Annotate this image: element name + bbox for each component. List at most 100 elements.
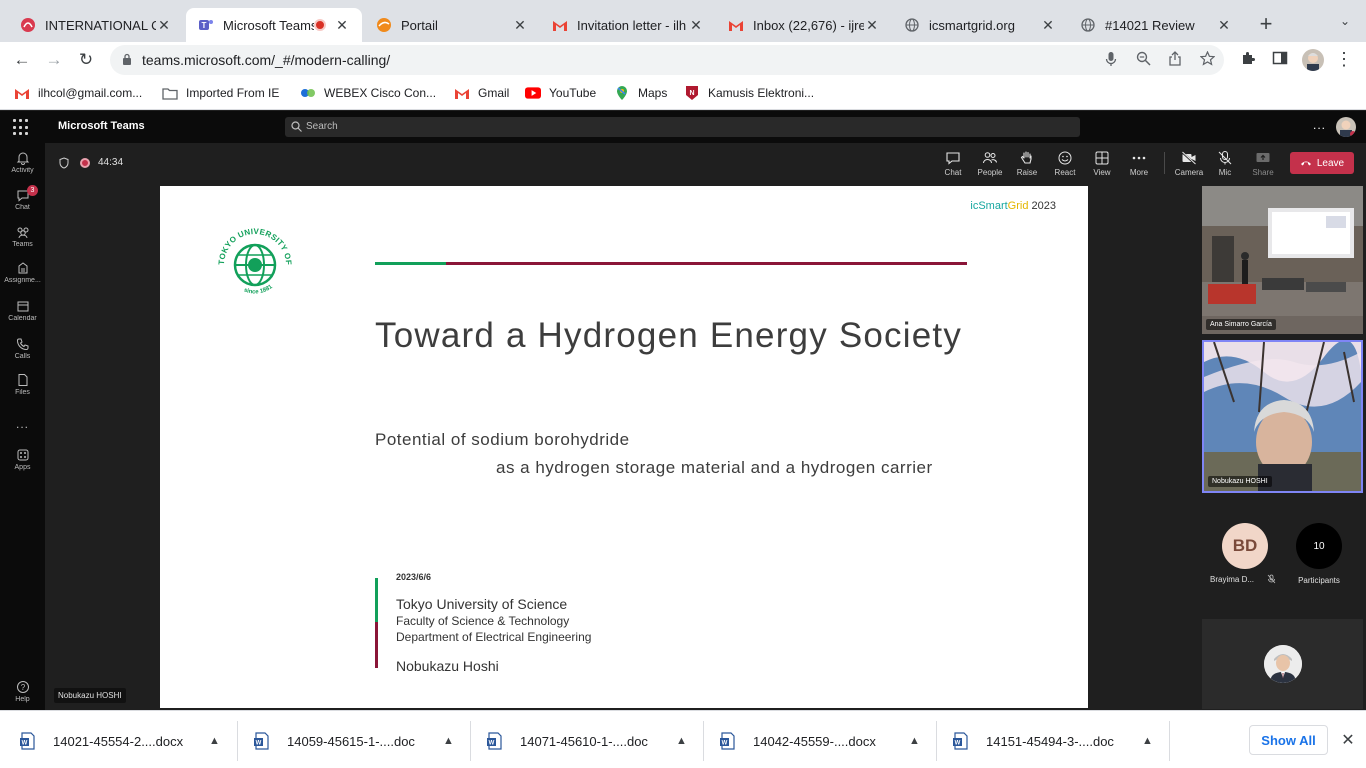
close-tab-icon[interactable]: ✕: [334, 17, 350, 33]
more-button[interactable]: More: [1121, 150, 1157, 177]
close-tab-icon[interactable]: ✕: [1040, 17, 1056, 33]
react-button[interactable]: React: [1047, 150, 1083, 177]
rail-item-files[interactable]: Files: [0, 373, 45, 396]
tab-label: Portail: [401, 17, 438, 33]
reload-icon[interactable]: ↻: [74, 48, 98, 72]
meeting-timer: 44:34: [98, 157, 124, 168]
rail-item-help[interactable]: ? Help: [0, 680, 45, 703]
rail-item-assignments[interactable]: Assignme...: [0, 261, 45, 284]
tab-search-chevron-icon[interactable]: ⌄: [1335, 14, 1355, 34]
chevron-up-icon[interactable]: ▲: [1142, 735, 1153, 747]
search-placeholder: Search: [306, 121, 338, 132]
close-tab-icon[interactable]: ✕: [156, 17, 172, 33]
bookmark-item[interactable]: WEBEX Cisco Con...: [300, 85, 436, 101]
portail-favicon: [376, 17, 392, 33]
leave-button[interactable]: Leave: [1290, 152, 1354, 174]
toolbar-divider: [1164, 152, 1165, 174]
rail-item-calls[interactable]: Calls: [0, 337, 45, 360]
zoom-icon[interactable]: [1134, 51, 1152, 69]
bookmark-label: YouTube: [549, 86, 597, 100]
browser-tab[interactable]: icsmartgrid.org ✕: [892, 8, 1068, 42]
chevron-up-icon[interactable]: ▲: [443, 735, 454, 747]
browser-tab[interactable]: #14021 Review ✕: [1068, 8, 1244, 42]
conf-tag-year: 2023: [1031, 200, 1056, 212]
close-tab-icon[interactable]: ✕: [864, 17, 880, 33]
participant-video-tile[interactable]: Ana Simarro García: [1202, 186, 1363, 334]
rail-item-teams[interactable]: Teams: [0, 225, 45, 248]
browser-tab[interactable]: Invitation letter - ilh ✕: [540, 8, 716, 42]
bookmark-item[interactable]: Maps: [614, 85, 667, 101]
browser-tab[interactable]: Portail ✕: [364, 8, 540, 42]
browser-tab-active[interactable]: T Microsoft Teams ✕: [186, 8, 362, 42]
download-item[interactable]: W 14042-45559-....docx ▲: [720, 729, 920, 753]
room-video-feed: [1202, 186, 1363, 334]
recording-indicator-icon: [314, 19, 326, 31]
download-item[interactable]: W 14059-45615-1-....doc ▲: [254, 729, 454, 753]
chevron-up-icon[interactable]: ▲: [909, 735, 920, 747]
extensions-puzzle-icon[interactable]: [1238, 50, 1258, 70]
rail-item-chat[interactable]: 3 Chat: [0, 185, 45, 211]
more-options-icon[interactable]: ...: [1313, 118, 1326, 132]
show-all-button[interactable]: Show All: [1249, 725, 1328, 755]
icsg-favicon: [20, 17, 36, 33]
bookmark-item[interactable]: N Kamusis Elektroni...: [684, 85, 814, 101]
svg-text:W: W: [256, 741, 262, 747]
lock-icon: [123, 53, 131, 65]
profile-avatar[interactable]: [1302, 49, 1324, 71]
participant-count-button[interactable]: 10: [1296, 523, 1342, 569]
bookmark-item[interactable]: ilhcol@gmail.com...: [14, 85, 142, 101]
address-bar[interactable]: teams.microsoft.com/_#/modern-calling/: [110, 45, 1224, 75]
app-title: Microsoft Teams: [58, 120, 145, 132]
view-button[interactable]: View: [1084, 150, 1120, 177]
close-downloads-icon[interactable]: ✕: [1340, 730, 1356, 749]
phone-icon: [16, 338, 28, 351]
control-label: Chat: [944, 168, 962, 177]
divider: [470, 721, 471, 761]
side-panel-icon[interactable]: [1270, 50, 1290, 70]
close-tab-icon[interactable]: ✕: [512, 17, 528, 33]
rail-item-more[interactable]: ...: [0, 415, 45, 431]
teams-left-rail: Activity 3 Chat Teams Assignme... Calend…: [0, 143, 45, 710]
speaker-video-tile[interactable]: Nobukazu HOSHI: [1202, 340, 1363, 493]
bookmark-folder[interactable]: Imported From IE: [162, 85, 279, 101]
participant-avatar[interactable]: BD: [1222, 523, 1268, 569]
rail-item-calendar[interactable]: Calendar: [0, 299, 45, 322]
camera-button[interactable]: Camera: [1171, 150, 1207, 177]
new-tab-button[interactable]: +: [1254, 13, 1278, 37]
back-arrow-icon[interactable]: ←: [10, 48, 34, 72]
svg-text:W: W: [955, 741, 961, 747]
raise-hand-button[interactable]: Raise: [1009, 150, 1045, 177]
chevron-up-icon[interactable]: ▲: [209, 735, 220, 747]
forward-arrow-icon[interactable]: →: [42, 48, 66, 72]
browser-tab[interactable]: Inbox (22,676) - ijre ✕: [716, 8, 892, 42]
bookmark-star-icon[interactable]: [1198, 50, 1216, 69]
self-view-tile[interactable]: [1202, 619, 1363, 709]
download-item[interactable]: W 14071-45610-1-....doc ▲: [487, 729, 687, 753]
gmail-icon: [14, 85, 30, 101]
download-item[interactable]: W 14021-45554-2....docx ▲: [20, 729, 220, 753]
download-item[interactable]: W 14151-45494-3-....doc ▲: [953, 729, 1153, 753]
share-button[interactable]: Share: [1245, 150, 1281, 177]
browser-tab[interactable]: INTERNATIONAL CO ✕: [8, 8, 184, 42]
rail-item-activity[interactable]: Activity: [0, 151, 45, 174]
microphone-icon[interactable]: [1102, 51, 1120, 69]
people-button[interactable]: People: [972, 150, 1008, 177]
close-tab-icon[interactable]: ✕: [688, 17, 704, 33]
chat-button[interactable]: Chat: [935, 150, 971, 177]
close-tab-icon[interactable]: ✕: [1216, 17, 1232, 33]
help-icon: ?: [16, 681, 29, 693]
rail-item-apps[interactable]: Apps: [0, 448, 45, 471]
svg-text:W: W: [22, 741, 28, 747]
rail-label: Teams: [12, 241, 33, 248]
mic-button[interactable]: Mic: [1207, 150, 1243, 177]
bookmark-label: WEBEX Cisco Con...: [324, 86, 437, 100]
app-launcher-icon[interactable]: [13, 119, 31, 137]
bookmark-item[interactable]: Gmail: [454, 85, 509, 101]
chevron-up-icon[interactable]: ▲: [676, 735, 687, 747]
bookmark-item[interactable]: YouTube: [525, 85, 596, 101]
search-input[interactable]: Search: [285, 117, 1080, 137]
teams-profile-avatar[interactable]: [1336, 117, 1356, 137]
share-page-icon[interactable]: [1166, 51, 1184, 69]
browser-menu-icon[interactable]: ⋮: [1334, 50, 1354, 70]
url-text[interactable]: teams.microsoft.com/_#/modern-calling/: [142, 52, 390, 68]
